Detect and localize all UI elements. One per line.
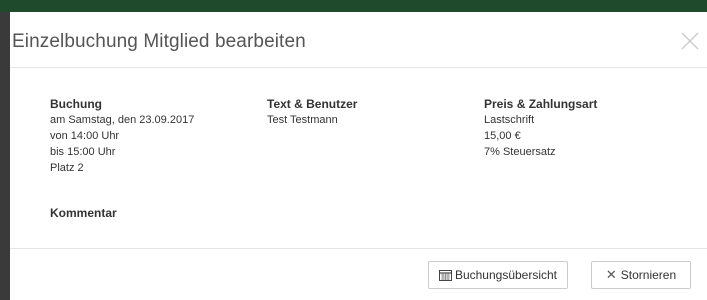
booking-court: Platz 2 (50, 162, 84, 174)
app-topbar (0, 0, 707, 12)
booking-heading: Buchung (50, 97, 102, 111)
modal-footer: Buchungsübersicht ✕ Stornieren (10, 248, 707, 300)
user-name: Test Testmann (267, 114, 338, 126)
edit-booking-modal: Einzelbuchung Mitglied bearbeiten Buchun… (10, 12, 707, 300)
modal-body: Buchung am Samstag, den 23.09.2017 von 1… (10, 68, 707, 248)
user-heading: Text & Benutzer (267, 97, 358, 111)
cancel-booking-label: Stornieren (620, 268, 677, 282)
booking-column: Buchung am Samstag, den 23.09.2017 von 1… (50, 96, 250, 176)
user-column: Text & Benutzer Test Testmann (267, 96, 467, 128)
payment-heading: Preis & Zahlungsart (484, 97, 598, 111)
modal-close-button[interactable] (679, 30, 701, 52)
booking-overview-label: Buchungsübersicht (454, 268, 558, 282)
payment-tax-rate: 7% Steuersatz (484, 146, 556, 158)
payment-column: Preis & Zahlungsart Lastschrift 15,00 € … (484, 96, 684, 160)
booking-overview-button[interactable]: Buchungsübersicht (428, 261, 568, 289)
modal-title: Einzelbuchung Mitglied bearbeiten (12, 31, 306, 52)
close-icon (681, 32, 699, 50)
booking-start-time: von 14:00 Uhr (50, 130, 120, 142)
payment-method: Lastschrift (484, 114, 535, 126)
calendar-icon (438, 269, 452, 281)
booking-end-time: bis 15:00 Uhr (50, 146, 116, 158)
close-icon: ✕ (605, 267, 617, 282)
payment-price: 15,00 € (484, 130, 521, 142)
cancel-booking-button[interactable]: ✕ Stornieren (591, 261, 691, 289)
comment-heading: Kommentar (50, 206, 117, 220)
modal-header: Einzelbuchung Mitglied bearbeiten (10, 12, 707, 68)
booking-date: am Samstag, den 23.09.2017 (50, 114, 195, 126)
